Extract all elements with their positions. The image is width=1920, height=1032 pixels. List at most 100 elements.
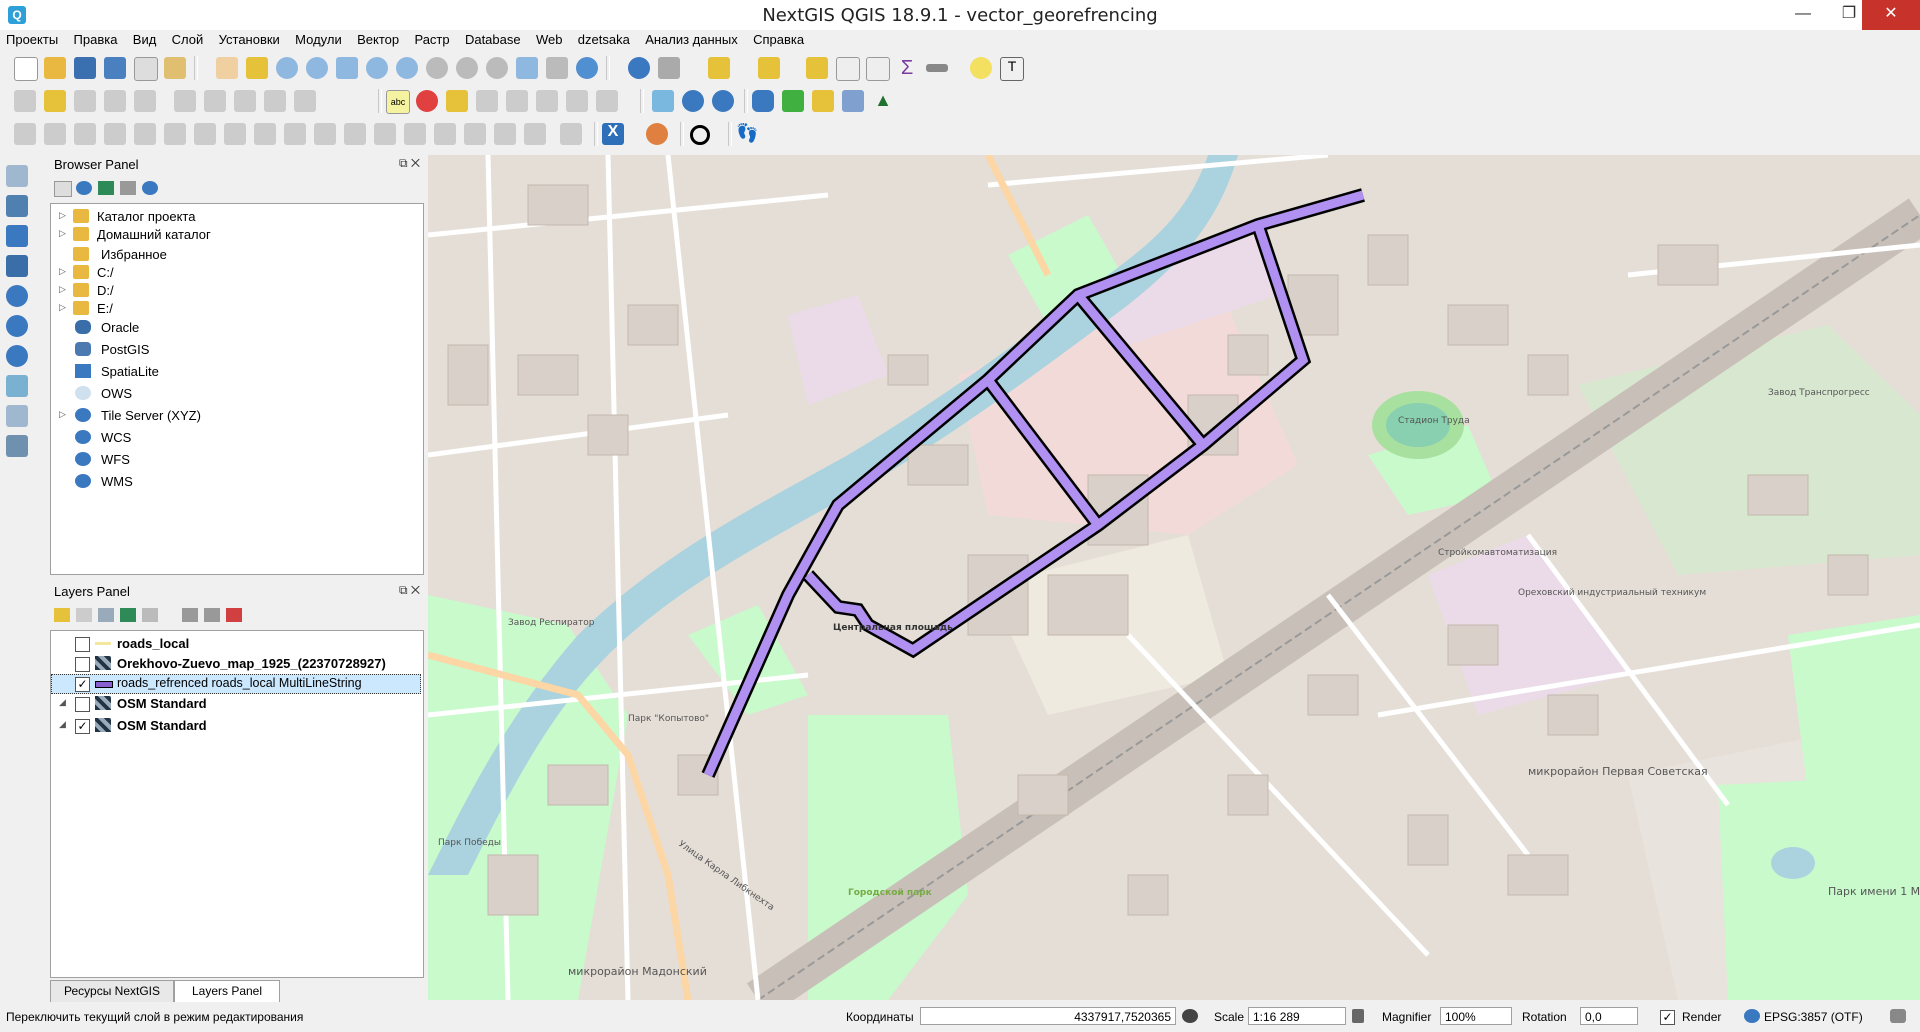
save-edits-icon[interactable] (74, 90, 96, 112)
menu-vector[interactable]: Вектор (351, 30, 405, 49)
processing-icon[interactable]: ▲ (872, 90, 894, 112)
select-features-icon[interactable] (708, 57, 730, 79)
close-button[interactable]: ✕ (1862, 0, 1920, 30)
label-abc-icon[interactable]: abc (386, 90, 410, 114)
rotate-feature-icon[interactable] (104, 123, 126, 145)
python-icon[interactable] (752, 90, 774, 112)
paste-features-icon[interactable] (294, 90, 316, 112)
label-props-icon[interactable] (596, 90, 618, 112)
menu-edit[interactable]: Правка (68, 30, 124, 49)
statistics-sigma-icon[interactable]: Σ (896, 57, 918, 79)
copy-features-icon[interactable] (264, 90, 286, 112)
layer-row[interactable]: ◢ OSM Standard (51, 694, 421, 714)
layout-manager-icon[interactable] (164, 57, 186, 79)
pin-labels-icon[interactable] (446, 90, 468, 112)
xtools-icon[interactable]: X (602, 123, 624, 145)
layer-checkbox[interactable] (75, 657, 90, 672)
delete-ring-icon[interactable] (254, 123, 276, 145)
visibility-icon[interactable] (98, 608, 114, 622)
footprint-icon[interactable]: 👣 (736, 123, 758, 145)
style-icon[interactable] (54, 608, 70, 622)
collapse-all-icon[interactable] (120, 181, 136, 195)
render-checkbox[interactable]: ✓ (1660, 1010, 1675, 1025)
rotation-field[interactable]: 0,0 (1580, 1007, 1638, 1025)
filter-expression-icon[interactable] (142, 608, 158, 622)
expand-all-icon[interactable] (182, 608, 198, 622)
zoom-native-icon[interactable] (426, 57, 448, 79)
split-features-icon[interactable] (374, 123, 396, 145)
collapse-all-icon[interactable] (204, 608, 220, 622)
offset-curve-icon[interactable] (344, 123, 366, 145)
pan-to-selection-icon[interactable] (246, 57, 268, 79)
add-wfs-icon[interactable] (6, 345, 28, 367)
expand-arrow-icon[interactable]: ◢ (59, 697, 69, 708)
lock-icon[interactable] (1352, 1009, 1364, 1023)
filter-icon[interactable] (98, 181, 114, 195)
tab-nextgis-resources[interactable]: Ресурсы NextGIS (50, 980, 174, 1003)
curve-icon[interactable] (524, 123, 546, 145)
menu-view[interactable]: Вид (127, 30, 163, 49)
minimize-button[interactable]: — (1780, 0, 1826, 30)
info-icon[interactable] (142, 181, 158, 195)
node-tool-icon[interactable] (560, 123, 582, 145)
menu-layer[interactable]: Слой (166, 30, 210, 49)
remove-layer-icon[interactable] (226, 608, 242, 622)
diagram-icon[interactable] (416, 90, 438, 112)
rotate-symbols-icon[interactable] (494, 123, 516, 145)
menu-help[interactable]: Справка (747, 30, 810, 49)
field-calculator-icon[interactable] (866, 57, 890, 81)
identify-icon[interactable] (628, 57, 650, 79)
map-tips-icon[interactable] (970, 57, 992, 79)
coords-field[interactable]: 4337917,7520365 (920, 1007, 1176, 1025)
globe-plugin-icon[interactable] (682, 90, 704, 112)
qms-icon[interactable] (712, 90, 734, 112)
grid-icon[interactable] (842, 90, 864, 112)
layer-checkbox[interactable]: ✓ (75, 719, 90, 734)
delete-selected-icon[interactable] (204, 90, 226, 112)
add-vector-layer-icon[interactable] (6, 165, 28, 187)
zoom-out-icon[interactable] (306, 57, 328, 79)
rotate-label-icon[interactable] (536, 90, 558, 112)
add-wms-icon[interactable] (6, 285, 28, 307)
add-wcs-icon[interactable] (6, 315, 28, 337)
menu-web[interactable]: Web (530, 30, 569, 49)
add-virtual-layer-icon[interactable] (6, 405, 28, 427)
panel-float-close[interactable]: ⧉ ✕ (399, 583, 420, 598)
open-project-icon[interactable] (44, 57, 66, 79)
delete-part-icon[interactable] (284, 123, 306, 145)
menu-data-analysis[interactable]: Анализ данных (639, 30, 744, 49)
terrain-icon[interactable] (782, 90, 804, 112)
print-layout-icon[interactable] (134, 57, 158, 81)
save-as-icon[interactable] (104, 57, 126, 79)
action-gear-icon[interactable] (658, 57, 680, 79)
measure-icon[interactable] (926, 64, 948, 72)
text-annotation-icon[interactable]: T (1000, 57, 1024, 81)
save-project-icon[interactable] (74, 57, 96, 79)
new-map-view-icon[interactable] (516, 57, 538, 79)
merge-features-icon[interactable] (434, 123, 456, 145)
move-label-icon[interactable] (506, 90, 528, 112)
toggle-editing-icon[interactable] (44, 90, 66, 112)
pan-hand-icon[interactable] (216, 57, 238, 79)
georef-icon[interactable] (652, 90, 674, 112)
layer-row[interactable]: ◢ ✓ OSM Standard (51, 716, 421, 736)
refresh-icon[interactable] (576, 57, 598, 79)
layer-row[interactable]: roads_local (51, 634, 421, 654)
cut-features-icon[interactable] (234, 90, 256, 112)
attribute-table-icon[interactable] (836, 57, 860, 81)
merge-attributes-icon[interactable] (464, 123, 486, 145)
show-hide-labels-icon[interactable] (476, 90, 498, 112)
add-delimited-text-icon[interactable] (6, 375, 28, 397)
menu-raster[interactable]: Растр (408, 30, 455, 49)
scale-field[interactable]: 1:16 289 (1248, 1007, 1346, 1025)
deselect-icon[interactable] (806, 57, 828, 79)
fill-ring-icon[interactable] (224, 123, 246, 145)
add-part-icon[interactable] (194, 123, 216, 145)
layer-checkbox[interactable]: ✓ (75, 677, 90, 692)
move-feature-icon[interactable] (174, 90, 196, 112)
undo-icon[interactable] (44, 123, 66, 145)
cad-icon[interactable] (14, 123, 36, 145)
menu-dzetsaka[interactable]: dzetsaka (572, 30, 636, 49)
zoom-selection-icon[interactable] (366, 57, 388, 79)
zoom-layer-icon[interactable] (396, 57, 418, 79)
